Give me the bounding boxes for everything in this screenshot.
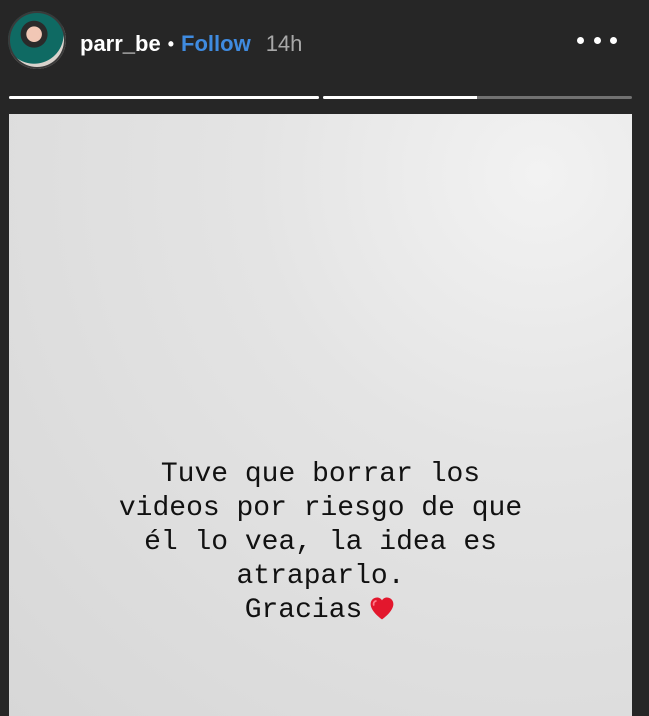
- username-link[interactable]: parr_be: [80, 31, 161, 57]
- progress-fill-1: [9, 96, 319, 99]
- user-info: parr_be • Follow 14h: [80, 28, 302, 60]
- progress-fill-2: [322, 96, 478, 99]
- more-dot-2: [593, 36, 601, 44]
- follow-button[interactable]: Follow: [181, 31, 251, 57]
- progress-segment-2[interactable]: [322, 96, 632, 99]
- story-viewer: parr_be • Follow 14h Tuve que borrar los…: [0, 0, 649, 716]
- more-options-icon[interactable]: [577, 30, 617, 50]
- red-heart-icon: [370, 597, 394, 620]
- caption-line-2: videos por riesgo de que: [118, 493, 523, 524]
- separator-dot: •: [167, 33, 175, 54]
- heart-shape: [370, 597, 394, 620]
- caption-line-1: Tuve que borrar los: [160, 459, 481, 490]
- caption-line-3: él lo vea, la idea es: [144, 527, 497, 558]
- story-progress: [9, 96, 632, 99]
- progress-segment-1[interactable]: [9, 96, 319, 99]
- user-avatar[interactable]: [8, 11, 66, 69]
- story-content[interactable]: Tuve que borrar los videos por riesgo de…: [9, 114, 632, 716]
- more-dot-3: [610, 36, 617, 44]
- post-time: 14h: [265, 31, 303, 56]
- more-dot-1: [577, 36, 584, 44]
- caption-line-4: atraparlo.: [236, 561, 405, 592]
- story-header: parr_be • Follow 14h: [0, 0, 649, 86]
- caption-line-5: Gracias: [244, 595, 363, 626]
- story-caption: Tuve que borrar los videos por riesgo de…: [9, 458, 632, 628]
